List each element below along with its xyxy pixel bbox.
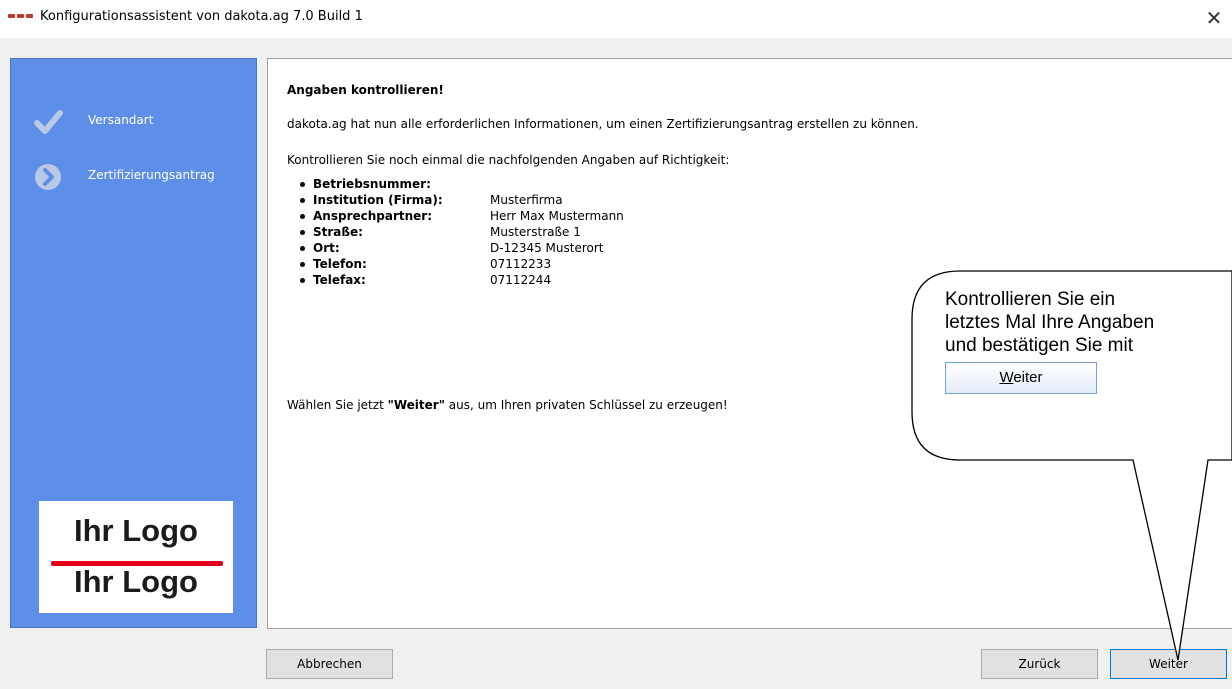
step-versandart: Versandart (11, 107, 256, 137)
closing-text-before: Wählen Sie jetzt (287, 398, 388, 412)
next-button[interactable]: Weiter (1110, 649, 1227, 679)
close-icon[interactable]: ✕ (1200, 4, 1228, 32)
detail-value: Herr Max Mustermann (490, 209, 624, 223)
back-button[interactable]: Zurück (981, 649, 1098, 679)
bullet-icon (300, 246, 305, 251)
arrow-circle-icon (35, 164, 61, 190)
detail-key: Ort: (313, 241, 340, 255)
logo-text-bottom: Ihr Logo (74, 564, 198, 599)
detail-key: Betriebsnummer: (313, 177, 431, 191)
closing-text-after: aus, um Ihren privaten Schlüssel zu erze… (444, 398, 728, 412)
title-bar: Konfigurationsassistent von dakota.ag 7.… (0, 0, 1232, 38)
bullet-icon (300, 230, 305, 235)
detail-value: 07112244 (490, 273, 552, 287)
callout-line: Kontrollieren Sie ein (945, 289, 1116, 310)
bullet-icon (300, 214, 305, 219)
company-logo: Ihr Logo Ihr Logo (39, 501, 233, 613)
bullet-icon (300, 278, 305, 283)
step-zertifizierungsantrag: Zertifizierungsantrag (11, 162, 256, 192)
detail-value: Musterstraße 1 (490, 225, 581, 239)
detail-key: Telefon: (313, 257, 367, 271)
cancel-button[interactable]: Abbrechen (266, 649, 393, 679)
checkmark-icon (34, 110, 63, 134)
callout-line: und bestätigen Sie mit (945, 335, 1134, 356)
page-heading: Angaben kontrollieren! (287, 83, 444, 97)
bullet-icon (300, 262, 305, 267)
step-label-versandart: Versandart (88, 113, 154, 127)
intro-text: dakota.ag hat nun alle erforderlichen In… (287, 117, 919, 131)
callout-button-mnemonic: W (999, 369, 1014, 386)
detail-value: 07112233 (490, 257, 552, 271)
bullet-icon (300, 182, 305, 187)
closing-instruction: Wählen Sie jetzt "Weiter" aus, um Ihren … (287, 398, 728, 412)
detail-key: Telefax: (313, 273, 366, 287)
detail-key: Straße: (313, 225, 363, 239)
bullet-icon (300, 198, 305, 203)
callout-line: letztes Mal Ihre Angaben (945, 312, 1155, 333)
app-icon (8, 14, 34, 20)
window-title: Konfigurationsassistent von dakota.ag 7.… (40, 9, 363, 24)
step-label-zertifizierungsantrag: Zertifizierungsantrag (88, 168, 215, 182)
check-prompt: Kontrollieren Sie noch einmal die nachfo… (287, 153, 730, 167)
logo-text-top: Ihr Logo (74, 513, 198, 548)
detail-value: D-12345 Musterort (490, 241, 604, 255)
callout-text: Kontrollieren Sie ein letztes Mal Ihre A… (945, 288, 1154, 357)
callout-button-text: eiter (1013, 369, 1043, 386)
wizard-sidebar: Versandart Zertifizierungsantrag Ihr Log… (10, 58, 257, 628)
callout-next-button: Weiter (945, 362, 1097, 394)
closing-emphasis: "Weiter" (387, 398, 445, 412)
detail-value: Musterfirma (490, 193, 563, 207)
detail-key: Ansprechpartner: (313, 209, 433, 223)
detail-key: Institution (Firma): (313, 193, 443, 207)
